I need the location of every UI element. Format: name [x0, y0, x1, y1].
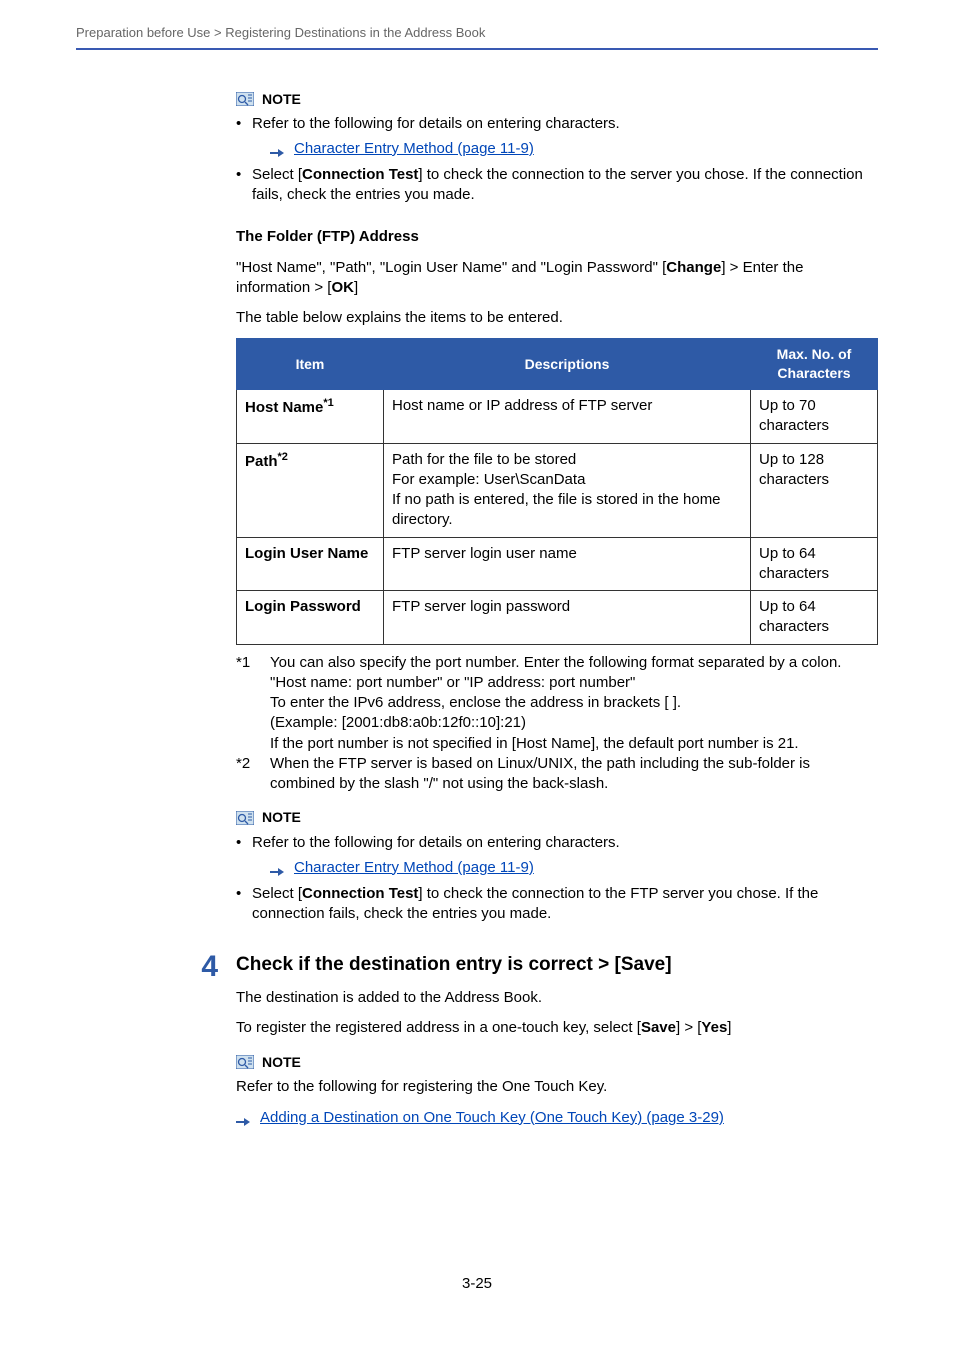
- note2-b2-bold: Connection Test: [302, 885, 418, 902]
- ftp-table-intro: The table below explains the items to be…: [236, 308, 878, 328]
- fn2-text: When the FTP server is based on Linux/UN…: [270, 754, 878, 795]
- ftp-intro-b2: OK: [331, 279, 354, 296]
- r1-item: Host Name: [245, 399, 323, 416]
- fn1-text: You can also specify the port number. En…: [270, 653, 841, 754]
- ftp-intro-post: ]: [354, 279, 358, 296]
- arrow-icon: [270, 863, 284, 873]
- note-icon: [236, 1055, 254, 1069]
- cell-desc: FTP server login user name: [384, 537, 751, 591]
- cell-item: Path*2: [237, 443, 384, 537]
- note2-item2: Select [Connection Test] to check the co…: [236, 884, 878, 925]
- note3-text: Refer to the following for registering t…: [236, 1077, 878, 1097]
- footnote-2: *2 When the FTP server is based on Linux…: [236, 754, 878, 795]
- step-title: Check if the destination entry is correc…: [236, 952, 878, 978]
- note-heading: NOTE: [236, 90, 878, 109]
- note1-b2-bold: Connection Test: [302, 166, 418, 183]
- note-icon: [236, 92, 254, 106]
- p2-b1: Save: [641, 1019, 676, 1036]
- page-number: 3-25: [76, 1274, 878, 1294]
- char-entry-link[interactable]: Character Entry Method (page 11-9): [294, 858, 534, 878]
- table-row: Login User Name FTP server login user na…: [237, 537, 878, 591]
- footnote-1: *1 You can also specify the port number.…: [236, 653, 878, 754]
- fn1-tag: *1: [236, 653, 258, 754]
- note1-item1: Refer to the following for details on en…: [236, 114, 878, 159]
- table-row: Login Password FTP server login password…: [237, 591, 878, 645]
- cell-max: Up to 70 characters: [751, 390, 878, 444]
- note1-item2: Select [Connection Test] to check the co…: [236, 165, 878, 206]
- fn2-tag: *2: [236, 754, 258, 795]
- cell-item: Login Password: [237, 591, 384, 645]
- step4-p2: To register the registered address in a …: [236, 1018, 878, 1038]
- cell-max: Up to 64 characters: [751, 591, 878, 645]
- note-heading: NOTE: [236, 808, 878, 827]
- note2-item1: Refer to the following for details on en…: [236, 833, 878, 878]
- note2-text1: Refer to the following for details on en…: [252, 834, 620, 851]
- p2-mid: ] > [: [676, 1019, 701, 1036]
- note-label: NOTE: [262, 808, 301, 827]
- note1-b2-pre: Select [: [252, 166, 302, 183]
- ftp-intro-b1: Change: [666, 259, 721, 276]
- r1-sup: *1: [323, 397, 333, 409]
- link-row: Adding a Destination on One Touch Key (O…: [236, 1108, 878, 1128]
- ftp-intro: "Host Name", "Path", "Login User Name" a…: [236, 258, 878, 299]
- arrow-icon: [270, 144, 284, 154]
- note2-list: Refer to the following for details on en…: [236, 833, 878, 924]
- note-heading: NOTE: [236, 1053, 878, 1072]
- th-desc: Descriptions: [384, 339, 751, 390]
- note-label: NOTE: [262, 90, 301, 109]
- char-entry-link[interactable]: Character Entry Method (page 11-9): [294, 139, 534, 159]
- note2-b2-pre: Select [: [252, 885, 302, 902]
- onetouch-link[interactable]: Adding a Destination on One Touch Key (O…: [260, 1108, 724, 1128]
- p2-post: ]: [727, 1019, 731, 1036]
- cell-desc: Host name or IP address of FTP server: [384, 390, 751, 444]
- note1-list: Refer to the following for details on en…: [236, 114, 878, 205]
- arrow-icon: [236, 1113, 250, 1123]
- breadcrumb: Preparation before Use > Registering Des…: [76, 24, 878, 42]
- r2-sup: *2: [278, 451, 288, 463]
- cell-desc: Path for the file to be stored For examp…: [384, 443, 751, 537]
- cell-max: Up to 128 characters: [751, 443, 878, 537]
- ftp-table: Item Descriptions Max. No. of Characters…: [236, 338, 878, 644]
- note-icon: [236, 811, 254, 825]
- th-max: Max. No. of Characters: [751, 339, 878, 390]
- header-rule: [76, 48, 878, 50]
- note-label: NOTE: [262, 1053, 301, 1072]
- r2-item: Path: [245, 453, 278, 470]
- ftp-heading: The Folder (FTP) Address: [236, 227, 878, 247]
- cell-desc: FTP server login password: [384, 591, 751, 645]
- step-number: 4: [188, 952, 218, 982]
- step4-p1: The destination is added to the Address …: [236, 988, 878, 1008]
- th-item: Item: [237, 339, 384, 390]
- ftp-intro-pre: "Host Name", "Path", "Login User Name" a…: [236, 259, 666, 276]
- table-row: Path*2 Path for the file to be stored Fo…: [237, 443, 878, 537]
- cell-item: Host Name*1: [237, 390, 384, 444]
- p2-pre: To register the registered address in a …: [236, 1019, 641, 1036]
- cell-item: Login User Name: [237, 537, 384, 591]
- link-row: Character Entry Method (page 11-9): [270, 139, 878, 159]
- note1-text1: Refer to the following for details on en…: [252, 115, 620, 132]
- footnotes: *1 You can also specify the port number.…: [236, 653, 878, 795]
- link-row: Character Entry Method (page 11-9): [270, 858, 878, 878]
- table-row: Host Name*1 Host name or IP address of F…: [237, 390, 878, 444]
- p2-b2: Yes: [701, 1019, 727, 1036]
- cell-max: Up to 64 characters: [751, 537, 878, 591]
